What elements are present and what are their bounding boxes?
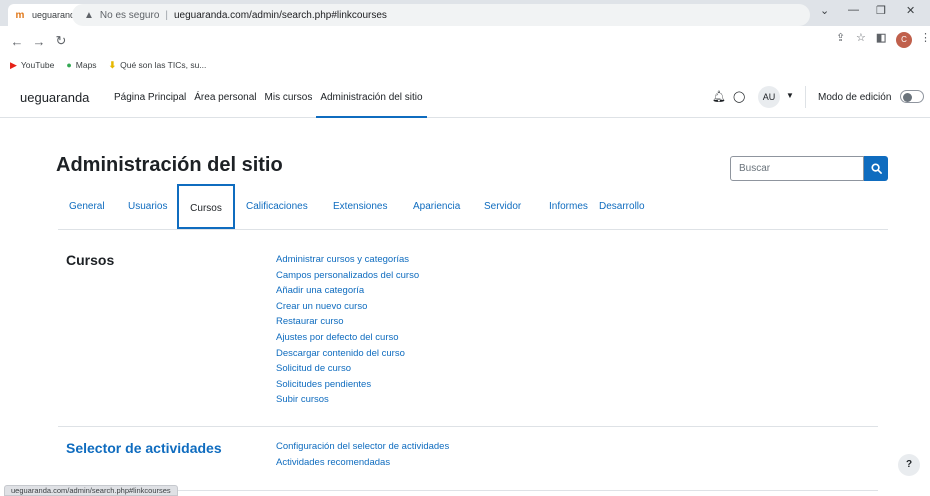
- bookmark-tics[interactable]: ⬇ Qué son las TICs, su...: [109, 60, 207, 71]
- primary-navigation: Página Principal Área personal Mis curso…: [110, 78, 427, 118]
- search-button[interactable]: [864, 156, 888, 181]
- section-divider: [58, 426, 878, 427]
- download-icon: ⬇: [108, 59, 117, 70]
- courses-links: Administrar cursos y categorías Campos p…: [276, 252, 419, 408]
- notifications-bell-icon[interactable]: 🔔︎: [712, 90, 726, 103]
- maps-pin-icon: ●: [66, 60, 72, 70]
- help-button[interactable]: ?: [898, 454, 920, 476]
- bookmark-label: Qué son las TICs, su...: [120, 60, 207, 70]
- address-url: ueguaranda.com/admin/search.php#linkcour…: [174, 9, 387, 21]
- user-menu-chevron-down-icon[interactable]: ▼: [786, 91, 794, 100]
- messages-chat-icon[interactable]: ◯: [733, 90, 745, 103]
- admin-tabs: General Usuarios Cursos Calificaciones E…: [58, 184, 888, 230]
- activity-chooser-links: Configuración del selector de actividade…: [276, 439, 449, 470]
- nav-item-my-courses[interactable]: Mis cursos: [261, 78, 317, 118]
- bookmark-label: YouTube: [20, 60, 55, 70]
- page-title: Administración del sitio: [56, 154, 283, 176]
- nav-item-home[interactable]: Página Principal: [110, 78, 190, 118]
- link-restore-course[interactable]: Restaurar curso: [276, 314, 419, 330]
- site-brand[interactable]: ueguaranda: [20, 90, 89, 105]
- window-close-icon[interactable]: ✕: [906, 4, 915, 17]
- browser-menu-icon[interactable]: ⋮: [920, 31, 930, 44]
- admin-search-input[interactable]: Buscar: [730, 156, 864, 181]
- tab-appearance[interactable]: Apariencia: [402, 184, 471, 229]
- toggle-knob: [903, 92, 912, 102]
- link-add-category[interactable]: Añadir una categoría: [276, 283, 419, 299]
- link-manage-courses[interactable]: Administrar cursos y categorías: [276, 252, 419, 268]
- section-title-activity-chooser[interactable]: Selector de actividades: [66, 440, 222, 456]
- search-icon: [870, 163, 882, 174]
- side-panel-icon[interactable]: ◧: [876, 31, 886, 44]
- browser-toolbar: ← → ↻: [0, 26, 930, 56]
- address-separator: |: [165, 9, 168, 21]
- youtube-icon: ▶: [10, 59, 17, 70]
- link-download-content[interactable]: Descargar contenido del curso: [276, 346, 419, 362]
- tab-users[interactable]: Usuarios: [117, 184, 178, 229]
- link-course-defaults[interactable]: Ajustes por defecto del curso: [276, 330, 419, 346]
- tab-server[interactable]: Servidor: [473, 184, 532, 229]
- link-upload-courses[interactable]: Subir cursos: [276, 392, 419, 408]
- bookmark-maps[interactable]: ● Maps: [66, 60, 96, 70]
- address-bar[interactable]: ▲ No es seguro | ueguaranda.com/admin/se…: [72, 4, 810, 26]
- navbar-divider: [805, 86, 806, 108]
- forward-arrow-icon[interactable]: →: [30, 34, 48, 49]
- moodle-favicon-icon: m: [15, 9, 25, 21]
- section-title-courses: Cursos: [66, 252, 115, 268]
- bookmark-star-icon[interactable]: ☆: [856, 31, 866, 44]
- tab-development[interactable]: Desarrollo: [588, 184, 656, 229]
- edit-mode-toggle[interactable]: [900, 90, 924, 103]
- link-recommended-activities[interactable]: Actividades recomendadas: [276, 455, 449, 471]
- minimize-icon[interactable]: —: [848, 4, 859, 16]
- back-arrow-icon[interactable]: ←: [8, 34, 26, 49]
- tab-grades[interactable]: Calificaciones: [235, 184, 319, 229]
- link-activity-chooser-settings[interactable]: Configuración del selector de actividade…: [276, 439, 449, 455]
- tab-plugins[interactable]: Extensiones: [322, 184, 398, 229]
- link-course-request[interactable]: Solicitud de curso: [276, 361, 419, 377]
- restore-icon[interactable]: ❐: [876, 4, 886, 17]
- link-create-course[interactable]: Crear un nuevo curso: [276, 299, 419, 315]
- warning-icon: ▲: [84, 9, 94, 21]
- tab-general[interactable]: General: [58, 184, 116, 229]
- address-warning-text: No es seguro: [99, 9, 160, 21]
- share-icon[interactable]: ⇪: [836, 31, 845, 44]
- section-divider: [58, 490, 878, 491]
- nav-item-site-admin[interactable]: Administración del sitio: [316, 78, 427, 118]
- tab-courses[interactable]: Cursos: [177, 184, 235, 229]
- bookmark-label: Maps: [75, 60, 97, 70]
- user-avatar[interactable]: AU: [758, 86, 780, 108]
- profile-avatar[interactable]: C: [896, 32, 912, 48]
- link-custom-fields[interactable]: Campos personalizados del curso: [276, 268, 419, 284]
- link-pending-requests[interactable]: Solicitudes pendientes: [276, 377, 419, 393]
- nav-item-dashboard[interactable]: Área personal: [190, 78, 260, 118]
- bookmarks-bar: ▶ YouTube ● Maps ⬇ Qué son las TICs, su.…: [0, 56, 930, 74]
- browser-status-bar: ueguaranda.com/admin/search.php#linkcour…: [4, 485, 178, 496]
- tab-search-chevron-icon[interactable]: ⌄: [820, 4, 829, 17]
- reload-icon[interactable]: ↻: [52, 33, 70, 49]
- edit-mode-label: Modo de edición: [818, 92, 892, 103]
- bookmark-youtube[interactable]: ▶ YouTube: [10, 60, 54, 71]
